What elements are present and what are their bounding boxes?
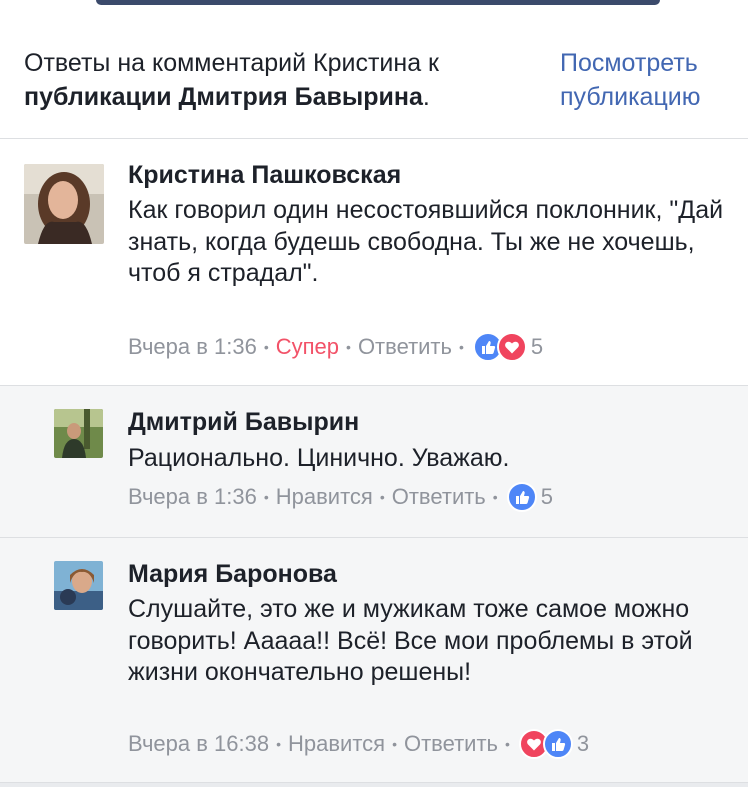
description-post-link[interactable]: публикации Дмитрия Бавырина — [24, 83, 423, 111]
comment-meta: Вчера в 16:38 • Нравится • Ответить • 3 — [128, 728, 589, 760]
replies-header: Ответы на комментарий Кристина к публика… — [0, 20, 748, 139]
comment-time[interactable]: Вчера в 16:38 — [128, 728, 269, 760]
comment-text: Рационально. Цинично. Уважаю. — [128, 444, 510, 472]
reply-button[interactable]: Ответить — [358, 331, 452, 363]
comment-reply: Мария Баронова Слушайте, это же и мужика… — [0, 538, 748, 783]
comment-reply: Дмитрий Бавырин Рационально. Цинично. Ув… — [0, 386, 748, 538]
reactions-summary[interactable]: 5 — [506, 481, 553, 513]
reactions-summary[interactable]: 5 — [472, 331, 544, 363]
avatar[interactable] — [54, 409, 103, 458]
separator-dot: • — [276, 736, 281, 752]
reply-button[interactable]: Ответить — [404, 728, 498, 760]
reactions-summary[interactable]: 3 — [518, 728, 590, 760]
comment-main: Кристина Пашковская Как говорил один нес… — [0, 139, 748, 386]
separator-dot: • — [346, 339, 351, 355]
reaction-button[interactable]: Супер — [276, 331, 339, 363]
avatar[interactable] — [54, 561, 103, 610]
replies-description: Ответы на комментарий Кристина к публика… — [24, 46, 524, 114]
comment-text: Как говорил один несостоявшийся поклонни… — [128, 196, 724, 287]
like-icon — [506, 482, 537, 512]
comment-author[interactable]: Мария Баронова — [128, 558, 337, 590]
bottom-divider — [0, 783, 748, 787]
description-text: Ответы на комментарий Кристина к — [24, 49, 439, 77]
description-end: . — [422, 83, 430, 111]
reply-button[interactable]: Ответить — [392, 481, 486, 513]
comment-meta: Вчера в 1:36 • Супер • Ответить • 5 — [128, 331, 543, 363]
top-bar-edge — [96, 0, 660, 5]
comment-author[interactable]: Кристина Пашковская — [128, 159, 401, 191]
reaction-count: 5 — [530, 334, 544, 359]
separator-dot: • — [379, 489, 385, 505]
avatar[interactable] — [24, 164, 104, 244]
reaction-count: 5 — [540, 484, 553, 509]
like-button[interactable]: Нравится — [288, 728, 385, 760]
comment-time[interactable]: Вчера в 1:36 — [128, 331, 257, 363]
like-icon — [542, 729, 573, 759]
comment-author[interactable]: Дмитрий Бавырин — [128, 406, 359, 438]
separator-dot: • — [458, 339, 464, 355]
reaction-count: 3 — [576, 731, 590, 756]
separator-dot: • — [263, 339, 269, 355]
comment-time[interactable]: Вчера в 1:36 — [128, 481, 257, 513]
comment-text: Слушайте, это же и мужикам тоже самое мо… — [128, 595, 693, 686]
comment-meta: Вчера в 1:36 • Нравится • Ответить • 5 — [128, 481, 553, 513]
separator-dot: • — [263, 489, 269, 505]
separator-dot: • — [392, 736, 397, 752]
like-button[interactable]: Нравится — [276, 481, 373, 513]
top-bar — [0, 0, 748, 20]
separator-dot: • — [492, 489, 498, 505]
separator-dot: • — [505, 736, 510, 752]
love-icon — [496, 332, 527, 362]
view-post-link[interactable]: Посмотреть публикацию — [560, 46, 740, 114]
